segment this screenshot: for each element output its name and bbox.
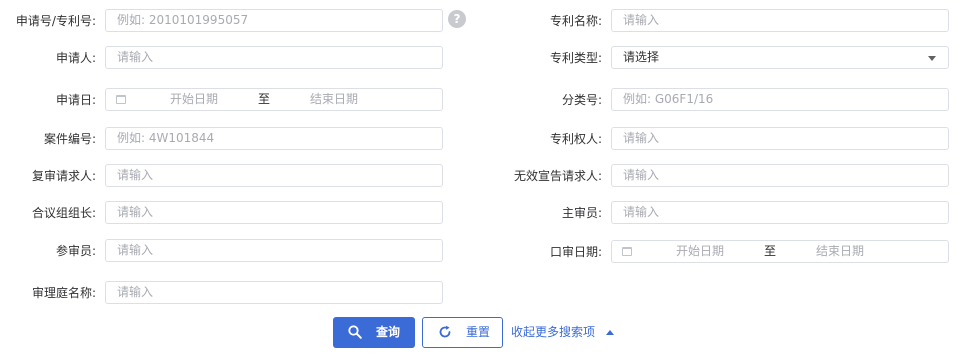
oral-date-range[interactable]: 开始日期 至 结束日期	[611, 240, 949, 263]
patentee-label: 专利权人:	[549, 132, 602, 146]
help-icon[interactable]: ?	[448, 10, 466, 28]
assoc-examiner-label: 参审员:	[55, 244, 96, 258]
invalid-requester-input[interactable]: 请输入	[611, 164, 949, 187]
reexam-requester-label: 复审请求人:	[31, 169, 96, 183]
case-no-label: 案件编号:	[43, 132, 96, 146]
oral-date-separator: 至	[764, 244, 777, 258]
applicant-label: 申请人:	[55, 51, 96, 65]
court-name-label: 审理庭名称:	[31, 286, 96, 300]
collapse-link[interactable]: 收起更多搜索项	[511, 324, 595, 340]
search-button-label: 查询	[376, 325, 401, 339]
patent-type-select[interactable]: 请选择	[611, 46, 949, 69]
reexam-requester-input[interactable]: 请输入	[105, 164, 443, 187]
class-no-input[interactable]: 例如: G06F1/16	[611, 88, 949, 111]
search-icon	[348, 325, 362, 339]
calendar-icon	[116, 95, 126, 104]
oral-date-label: 口审日期:	[549, 245, 602, 259]
patent-name-input[interactable]: 请输入	[611, 9, 949, 32]
oral-date-start[interactable]: 开始日期	[676, 241, 724, 262]
refresh-icon	[439, 325, 451, 338]
reset-button[interactable]: 重置	[422, 317, 503, 348]
panel-leader-input[interactable]: 请输入	[105, 201, 443, 224]
chief-examiner-label: 主审员:	[561, 206, 602, 220]
patentee-input[interactable]: 请输入	[611, 127, 949, 150]
panel-leader-label: 合议组组长:	[31, 206, 96, 220]
apply-date-separator: 至	[258, 92, 271, 106]
applicant-input[interactable]: 请输入	[105, 46, 443, 69]
patent-name-label: 专利名称:	[549, 14, 602, 28]
class-no-label: 分类号:	[561, 93, 602, 107]
apply-date-start[interactable]: 开始日期	[170, 89, 218, 110]
search-button[interactable]: 查询	[333, 317, 415, 348]
chief-examiner-input[interactable]: 请输入	[611, 201, 949, 224]
patent-type-label: 专利类型:	[549, 51, 602, 65]
invalid-requester-label: 无效宣告请求人:	[513, 169, 602, 183]
reset-button-label: 重置	[466, 325, 491, 339]
patent-type-value: 请选择	[623, 50, 660, 64]
app-no-label: 申请号/专利号:	[15, 14, 96, 28]
apply-date-end[interactable]: 结束日期	[310, 89, 358, 110]
oral-date-end[interactable]: 结束日期	[816, 241, 864, 262]
chevron-down-icon	[928, 56, 936, 61]
assoc-examiner-input[interactable]: 请输入	[105, 239, 443, 262]
app-no-input[interactable]: 例如: 2010101995057	[105, 9, 443, 32]
court-name-input[interactable]: 请输入	[105, 281, 443, 304]
caret-up-icon[interactable]	[606, 330, 614, 335]
case-no-input[interactable]: 例如: 4W101844	[105, 127, 443, 150]
calendar-icon	[622, 247, 632, 256]
apply-date-label: 申请日:	[55, 93, 96, 107]
apply-date-range[interactable]: 开始日期 至 结束日期	[105, 88, 443, 111]
